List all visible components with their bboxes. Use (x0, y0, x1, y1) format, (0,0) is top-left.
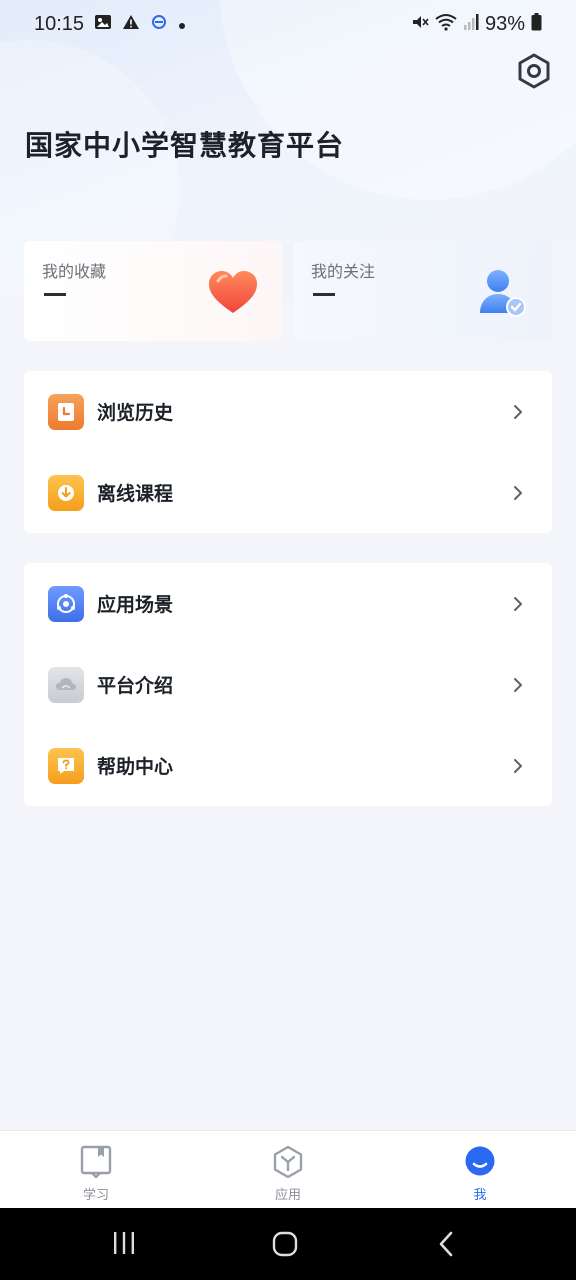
chevron-right-icon (512, 403, 524, 421)
signal-icon (463, 13, 479, 36)
menu-item-label: 离线课程 (97, 483, 174, 505)
following-card[interactable]: 我的关注 — (293, 241, 552, 341)
battery-icon (531, 12, 542, 36)
recent-apps-button[interactable] (111, 1230, 137, 1256)
favorites-dash (44, 293, 66, 296)
nav-label: 学习 (82, 1188, 109, 1203)
menu-item-help[interactable]: 帮助中心 (24, 725, 552, 806)
image-icon (94, 13, 112, 35)
following-dash (313, 293, 335, 296)
chevron-right-icon (512, 595, 524, 613)
scene-icon (48, 585, 84, 622)
status-time: 10:15 (34, 12, 85, 35)
settings-button[interactable] (514, 53, 554, 93)
home-button[interactable] (271, 1230, 299, 1258)
nav-label: 我 (473, 1188, 487, 1203)
nav-tab-apps[interactable]: 应用 (228, 1131, 348, 1209)
favorites-label: 我的收藏 (42, 262, 107, 281)
menu-item-scenes[interactable]: 应用场景 (24, 563, 552, 644)
nav-tab-me[interactable]: 我 (420, 1131, 540, 1209)
following-label: 我的关注 (311, 262, 376, 281)
menu-item-label: 帮助中心 (97, 756, 174, 778)
book-icon (79, 1144, 113, 1180)
bottom-nav: 学习 应用 我 (0, 1130, 576, 1208)
download-icon (48, 474, 84, 511)
menu-item-label: 平台介绍 (97, 675, 174, 697)
menu-item-history[interactable]: 浏览历史 (24, 371, 552, 452)
system-nav-bar (0, 1208, 576, 1280)
wifi-icon (435, 13, 457, 36)
page-title: 国家中小学智慧教育平台 (25, 129, 345, 162)
alert-icon (122, 13, 140, 35)
battery-percent: 93% (484, 12, 525, 35)
chevron-right-icon (512, 757, 524, 775)
chevron-right-icon (512, 676, 524, 694)
cloud-icon (48, 666, 84, 703)
menu-item-offline[interactable]: 离线课程 (24, 452, 552, 533)
app-badge-icon (150, 11, 169, 37)
status-bar: 10:15 93% (0, 0, 576, 48)
menu-group-secondary: 应用场景 平台介绍 帮助中心 (24, 563, 552, 806)
history-icon (48, 393, 84, 430)
back-button[interactable] (436, 1230, 456, 1258)
help-icon (48, 747, 84, 784)
profile-icon (463, 1144, 497, 1180)
nav-label: 应用 (274, 1188, 301, 1203)
heart-icon (205, 265, 261, 321)
chevron-right-icon (512, 484, 524, 502)
favorites-card[interactable]: 我的收藏 — (24, 241, 283, 341)
cube-icon (271, 1144, 305, 1180)
menu-item-label: 应用场景 (97, 594, 174, 616)
settings-hex-icon (517, 53, 551, 93)
user-check-icon (474, 265, 530, 321)
dot-icon (178, 13, 186, 35)
menu-group-primary: 浏览历史 离线课程 (24, 371, 552, 533)
mute-icon (411, 13, 429, 36)
menu-item-about[interactable]: 平台介绍 (24, 644, 552, 725)
nav-tab-study[interactable]: 学习 (36, 1131, 156, 1209)
menu-item-label: 浏览历史 (97, 402, 174, 424)
